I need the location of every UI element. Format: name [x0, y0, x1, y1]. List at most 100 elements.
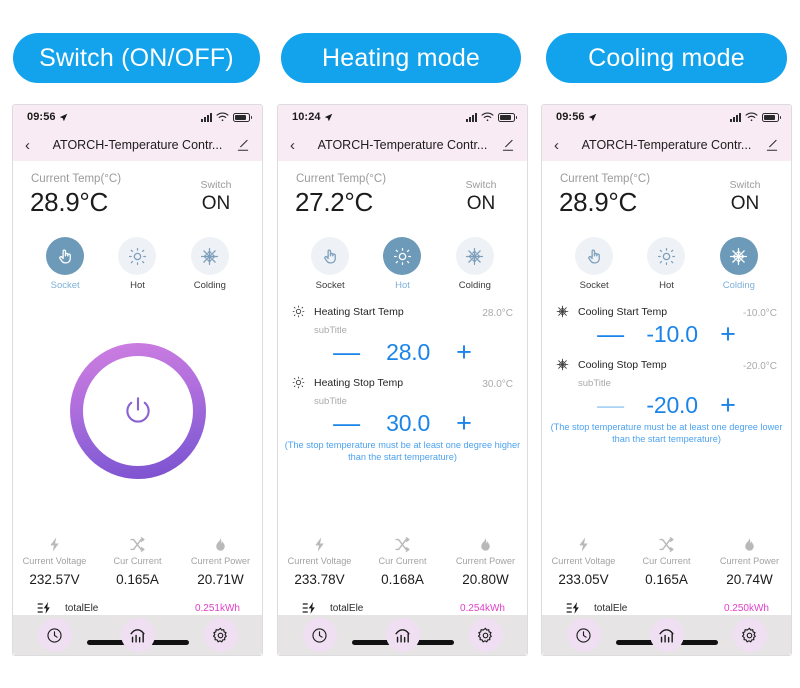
setting-title: Heating Stop Temp [314, 377, 404, 389]
nav-bar: ‹ ATORCH-Temperature Contr... [278, 129, 527, 161]
snowflake-icon [719, 237, 758, 275]
metric-label: Current Power [455, 556, 516, 566]
statistics-tab[interactable] [649, 618, 684, 652]
decrement-button[interactable]: — [333, 410, 360, 437]
power-button-icon[interactable] [82, 355, 193, 466]
setting-subtitle: subTitle [314, 396, 347, 407]
statistics-tab[interactable] [385, 618, 420, 652]
total-energy-row: totalEle 0.254kWh [278, 587, 527, 615]
switch-label: Switch [729, 179, 761, 191]
mode-label: Socket [315, 280, 345, 291]
hand-tap-icon [575, 237, 614, 275]
total-energy-value: 0.250kWh [723, 602, 769, 614]
phone-panel-2: 10:24 ‹ ATORCH-Temperature Contr... Curr… [277, 104, 528, 656]
page-title: ATORCH-Temperature Contr... [317, 138, 488, 152]
phone-panel-1: 09:56 ‹ ATORCH-Temperature Contr... Curr… [12, 104, 263, 656]
setting-current-value: -10.0°C [742, 308, 777, 319]
edit-pencil-icon[interactable] [497, 138, 515, 152]
mode-label: Colding [722, 280, 755, 291]
current-temp-block: Current Temp(°C) 28.9°C Switch ON [13, 161, 262, 231]
switch-value: ON [466, 193, 496, 214]
mode-socket[interactable]: Socket [300, 237, 360, 291]
power-ring[interactable] [69, 342, 206, 479]
mode-label: Socket [50, 280, 80, 291]
temperature-stepper[interactable]: — -20.0 + [556, 392, 777, 421]
settings-tab[interactable] [203, 618, 238, 652]
sun-icon [292, 373, 314, 389]
mode-colding[interactable]: Colding [709, 237, 769, 291]
mode-socket[interactable]: Socket [35, 237, 95, 291]
mode-hot[interactable]: Hot [107, 237, 167, 291]
settings-rows: Heating Start Temp subTitle 28.0°C — 28.… [278, 291, 527, 530]
metric-value: 20.80W [462, 572, 509, 587]
temperature-stepper[interactable]: — -10.0 + [556, 321, 777, 350]
snowflake-icon [455, 237, 494, 275]
setting-current-value: -20.0°C [742, 361, 777, 372]
total-energy-row: totalEle 0.250kWh [542, 587, 791, 615]
bottom-tab-bar [542, 615, 791, 655]
metric-value: 233.05V [558, 572, 609, 587]
increment-button[interactable]: + [456, 410, 472, 437]
metric-label: Current Voltage [287, 556, 352, 566]
lightning-bolt-icon [575, 534, 592, 554]
increment-button[interactable]: + [720, 392, 736, 419]
decrement-button[interactable]: — [597, 392, 624, 419]
setting-row[interactable]: Heating Stop Temp subTitle 30.0°C — 30.0… [278, 368, 527, 439]
metric-value: 20.74W [726, 572, 773, 587]
history-tab[interactable] [302, 618, 337, 652]
metric-value: 20.71W [197, 572, 244, 587]
total-energy-label: totalEle [594, 602, 628, 614]
energy-meter-icon [302, 601, 324, 615]
snowflake-icon [556, 302, 578, 318]
total-energy-value: 0.254kWh [459, 602, 505, 614]
current-temp-label: Current Temp(°C) [560, 173, 651, 185]
settings-tab[interactable] [732, 618, 767, 652]
back-chevron-icon[interactable]: ‹ [25, 138, 43, 153]
mode-colding[interactable]: Colding [445, 237, 505, 291]
back-chevron-icon[interactable]: ‹ [290, 138, 308, 153]
metric-label: Current Power [190, 556, 251, 566]
mode-colding[interactable]: Colding [180, 237, 240, 291]
temperature-stepper[interactable]: — 28.0 + [292, 339, 513, 368]
nav-bar: ‹ ATORCH-Temperature Contr... [542, 129, 791, 161]
mode-hot[interactable]: Hot [636, 237, 696, 291]
mode-selector: Socket Hot Colding [13, 231, 262, 291]
wifi-icon [481, 112, 494, 122]
total-energy-row: totalEle 0.251kWh [13, 587, 262, 615]
sun-icon [118, 237, 157, 275]
mode-selector: Socket Hot Colding [278, 231, 527, 291]
bottom-tab-bar [278, 615, 527, 655]
metric: Current Power 20.74W [708, 534, 791, 587]
setting-row[interactable]: Heating Start Temp subTitle 28.0°C — 28.… [278, 297, 527, 368]
temperature-stepper[interactable]: — 30.0 + [292, 410, 513, 439]
increment-button[interactable]: + [456, 339, 472, 366]
history-tab[interactable] [37, 618, 72, 652]
edit-pencil-icon[interactable] [232, 138, 250, 152]
status-bar: 09:56 [542, 105, 791, 129]
back-chevron-icon[interactable]: ‹ [554, 138, 572, 153]
power-button-area[interactable] [13, 291, 262, 530]
stepper-hint: (The stop temperature must be at least o… [284, 440, 521, 462]
total-energy-label: totalEle [65, 602, 99, 614]
statistics-tab[interactable] [120, 618, 155, 652]
metric: Current Voltage 233.78V [278, 534, 361, 587]
settings-tab[interactable] [468, 618, 503, 652]
metric: Cur Current 0.168A [361, 534, 444, 587]
switch-value: ON [201, 193, 231, 214]
edit-pencil-icon[interactable] [761, 138, 779, 152]
wifi-icon [745, 112, 758, 122]
battery-icon [233, 112, 252, 122]
increment-button[interactable]: + [720, 321, 736, 348]
battery-icon [762, 112, 781, 122]
setting-row[interactable]: Cooling Stop Temp subTitle -20.0°C — -20… [542, 350, 791, 421]
decrement-button[interactable]: — [597, 321, 624, 348]
decrement-button[interactable]: — [333, 339, 360, 366]
history-tab[interactable] [566, 618, 601, 652]
mode-hot[interactable]: Hot [372, 237, 432, 291]
metric: Current Power 20.71W [179, 534, 262, 587]
setting-row[interactable]: Cooling Start Temp -10.0°C — -10.0 + [542, 297, 791, 350]
mode-socket[interactable]: Socket [564, 237, 624, 291]
metric: Cur Current 0.165A [625, 534, 708, 587]
total-energy-label: totalEle [330, 602, 364, 614]
hand-tap-icon [46, 237, 85, 275]
